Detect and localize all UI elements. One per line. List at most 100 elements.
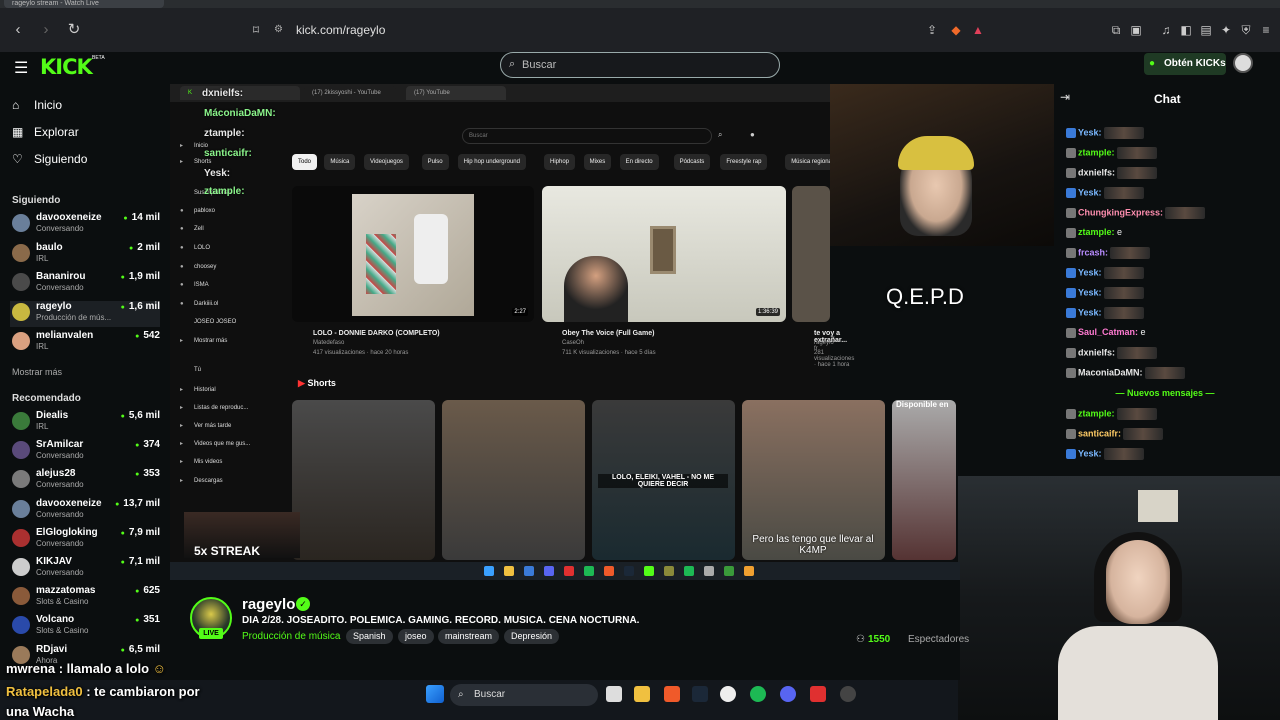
chat-message[interactable]: Yesk: bbox=[1066, 267, 1144, 279]
sidebar-channel[interactable]: DiealisIRL 5,6 mil bbox=[10, 410, 160, 436]
tab-icon[interactable]: ▣ bbox=[1128, 22, 1144, 38]
chat-username[interactable]: ChungkingExpress: bbox=[1078, 207, 1163, 217]
obs-icon[interactable] bbox=[840, 686, 856, 702]
chat-username[interactable]: Yesk: bbox=[1078, 307, 1102, 317]
sidebar-channel[interactable]: rageyloProducción de mús... 1,6 mil bbox=[10, 300, 160, 327]
new-messages-divider[interactable]: — Nuevos mensajes — bbox=[1060, 388, 1270, 398]
sidebar-icon[interactable]: ◧ bbox=[1178, 22, 1194, 38]
emote-icon bbox=[1116, 408, 1157, 420]
sidebar-channel[interactable]: BananirouConversando 1,9 mil bbox=[10, 271, 160, 297]
sidebar-channel[interactable]: ElGloglokingConversando 7,9 mil bbox=[10, 527, 160, 553]
windows-start-icon[interactable] bbox=[426, 685, 444, 703]
sidebar-channel[interactable]: KIKJAVConversando 7,1 mil bbox=[10, 556, 160, 582]
chat-message[interactable]: dxnielfs: bbox=[1066, 167, 1158, 179]
collapse-chat-icon[interactable]: ⇥ bbox=[1060, 90, 1070, 104]
brave-shield-icon[interactable]: ◆ bbox=[948, 22, 964, 38]
sidebar-channel[interactable]: davooxeneizeConversando 13,7 mil bbox=[10, 498, 160, 524]
sidebar-channel[interactable]: SrAmilcarConversando 374 bbox=[10, 439, 160, 465]
menu-icon[interactable]: ≡ bbox=[1258, 22, 1274, 38]
music-icon[interactable]: ♫ bbox=[1158, 22, 1174, 38]
chat-username[interactable]: ztample: bbox=[1078, 147, 1115, 157]
channel-name[interactable]: rageylo bbox=[242, 596, 295, 613]
chat-message[interactable]: dxnielfs: bbox=[1066, 347, 1158, 359]
badge-icon bbox=[1066, 288, 1076, 298]
task-view-icon[interactable] bbox=[606, 686, 622, 702]
sidebar-channel[interactable]: VolcanoSlots & Casino 351 bbox=[10, 614, 160, 640]
chat-message[interactable]: ChungkingExpress: bbox=[1066, 207, 1206, 219]
chat-username[interactable]: ztample: bbox=[1078, 227, 1115, 237]
chat-message[interactable]: Yesk: bbox=[1066, 127, 1144, 139]
chat-username[interactable]: Yesk: bbox=[1078, 127, 1102, 137]
sidebar-channel[interactable]: alejus28Conversando 353 bbox=[10, 468, 160, 494]
file-explorer-icon[interactable] bbox=[634, 686, 650, 702]
chat-message[interactable]: ztample: e bbox=[1066, 227, 1122, 238]
chat-message[interactable]: frcash: bbox=[1066, 247, 1151, 259]
sidebar-channel[interactable]: melianvalenIRL 542 bbox=[10, 330, 160, 356]
chat-username[interactable]: Saul_Catman: bbox=[1078, 327, 1138, 337]
back-icon[interactable]: ‹ bbox=[8, 20, 28, 40]
taskbar-search[interactable]: ⌕ Buscar bbox=[450, 684, 598, 706]
get-kicks-button[interactable]: ● Obtén KICKs bbox=[1144, 53, 1226, 75]
tag[interactable]: mainstream bbox=[438, 629, 500, 644]
kick-logo[interactable]: KICK bbox=[40, 55, 93, 79]
chat-message[interactable]: Yesk: bbox=[1066, 287, 1144, 299]
ai-icon[interactable]: ✦ bbox=[1218, 22, 1234, 38]
app-icon[interactable] bbox=[810, 686, 826, 702]
video-player[interactable]: K (17) 2kissyoshi - YouTube (17) YouTube… bbox=[170, 84, 956, 562]
wallet-icon[interactable]: ▤ bbox=[1198, 22, 1214, 38]
youtube-nav-item: ● LOLO bbox=[180, 245, 211, 251]
sidebar-channel[interactable]: bauloIRL 2 mil bbox=[10, 242, 160, 268]
chat-username[interactable]: dxnielfs: bbox=[1078, 347, 1115, 357]
share-icon[interactable]: ⇪ bbox=[924, 22, 940, 38]
chat-message[interactable]: santicaifr: bbox=[1066, 428, 1164, 440]
nav-explore[interactable]: ▦ Explorar bbox=[12, 125, 79, 139]
sidebar-channel[interactable]: davooxeneizeConversando 14 mil bbox=[10, 212, 160, 238]
nav-following[interactable]: ♡ Siguiendo bbox=[12, 152, 87, 166]
sidebar-channel[interactable]: mazzatomasSlots & Casino 625 bbox=[10, 585, 160, 611]
user-avatar[interactable] bbox=[1233, 53, 1253, 73]
vpn-icon[interactable]: ⛨ bbox=[1238, 22, 1254, 38]
extensions-icon[interactable]: ⧉ bbox=[1108, 22, 1124, 38]
chat-username[interactable]: Yesk: bbox=[1078, 448, 1102, 458]
chat-message[interactable]: Saul_Catman: e bbox=[1066, 327, 1146, 338]
chat-message[interactable]: ztample: bbox=[1066, 147, 1157, 159]
bookmark-icon[interactable]: ⌑ bbox=[248, 22, 264, 38]
site-settings-icon[interactable]: ⚙ bbox=[274, 18, 283, 42]
youtube-nav-item: JOSEO JOSEO bbox=[194, 319, 237, 325]
chat-message[interactable]: Yesk: bbox=[1066, 187, 1144, 199]
browser-tab[interactable]: rageylo stream - Watch Live bbox=[4, 0, 164, 8]
chat-username[interactable]: ztample: bbox=[1078, 408, 1115, 418]
app-icon[interactable] bbox=[720, 686, 736, 702]
heart-icon: ♡ bbox=[12, 152, 23, 166]
chat-username[interactable]: MaconiaDaMN: bbox=[1078, 367, 1143, 377]
video-title: LOLO - DONNIE DARKO (COMPLETO) bbox=[313, 330, 440, 337]
chat-message[interactable]: ztample: bbox=[1066, 408, 1157, 420]
rewards-icon[interactable]: ▲ bbox=[970, 22, 986, 38]
like-icon: ▸ bbox=[180, 441, 184, 447]
brave-icon[interactable] bbox=[664, 686, 680, 702]
chat-message[interactable]: Yesk: bbox=[1066, 307, 1144, 319]
overlay-chat-name: MáconiaDaMN: bbox=[204, 108, 276, 119]
discord-icon[interactable] bbox=[780, 686, 796, 702]
chat-message[interactable]: MaconiaDaMN: bbox=[1066, 367, 1185, 379]
show-more-link[interactable]: Mostrar más bbox=[12, 367, 62, 377]
tag[interactable]: joseo bbox=[398, 629, 434, 644]
chat-username[interactable]: santicaifr: bbox=[1078, 428, 1121, 438]
url-field[interactable]: ⚙ kick.com/rageylo bbox=[266, 18, 926, 42]
forward-icon[interactable]: › bbox=[36, 20, 56, 40]
chat-username[interactable]: frcash: bbox=[1078, 247, 1108, 257]
nav-home[interactable]: ⌂ Inicio bbox=[12, 98, 62, 112]
chat-username[interactable]: Yesk: bbox=[1078, 287, 1102, 297]
spotify-icon[interactable] bbox=[750, 686, 766, 702]
hamburger-icon[interactable]: ☰ bbox=[14, 58, 28, 78]
chat-username[interactable]: Yesk: bbox=[1078, 187, 1102, 197]
chat-username[interactable]: dxnielfs: bbox=[1078, 167, 1115, 177]
channel-avatar bbox=[12, 412, 30, 430]
steam-icon[interactable] bbox=[692, 686, 708, 702]
stream-category[interactable]: Producción de música bbox=[242, 631, 340, 642]
chat-username[interactable]: Yesk: bbox=[1078, 267, 1102, 277]
reload-icon[interactable]: ↻ bbox=[64, 20, 84, 40]
tag[interactable]: Depresión bbox=[504, 629, 560, 644]
tag[interactable]: Spanish bbox=[346, 629, 393, 644]
chat-message[interactable]: Yesk: bbox=[1066, 448, 1144, 460]
